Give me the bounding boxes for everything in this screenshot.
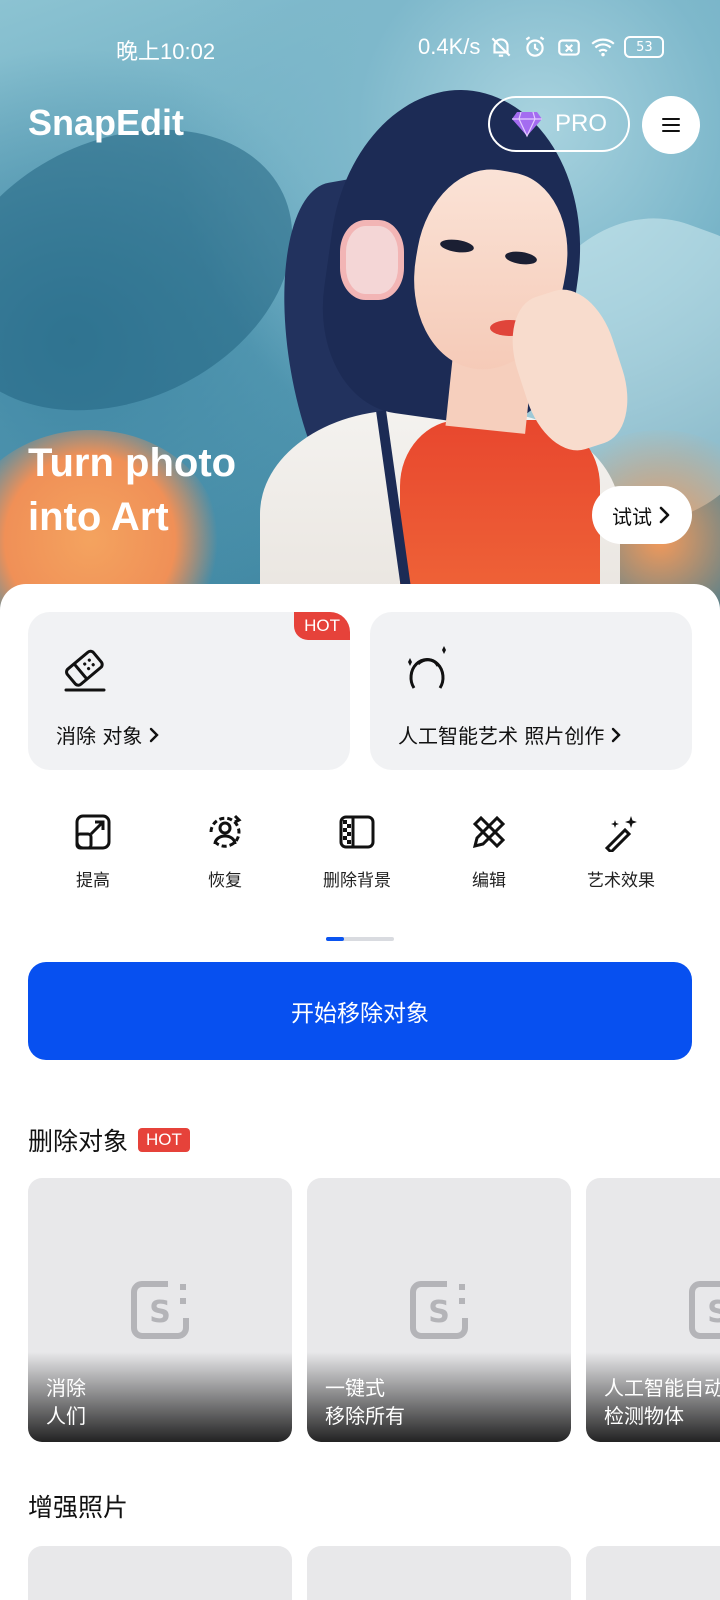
enhance-tile[interactable]: [28, 1546, 292, 1600]
remove-bg-icon: [339, 815, 375, 849]
battery-indicator: 53: [624, 36, 665, 58]
svg-text:S: S: [428, 1295, 450, 1330]
hero-title-line2: into Art: [28, 495, 169, 539]
tool-label: 编辑: [472, 871, 506, 891]
edit-tools-icon: [472, 815, 506, 849]
tile-label-line1: 消除: [46, 1376, 86, 1400]
tile-label-line2: 检测物体: [604, 1404, 684, 1428]
no-sim-icon: [558, 39, 581, 56]
section-title-enhance: 增强照片: [28, 1488, 128, 1524]
wifi-icon: [591, 38, 615, 57]
tile-label-line2: 人们: [46, 1404, 86, 1428]
tool-upscale[interactable]: 提高: [38, 812, 148, 891]
menu-button[interactable]: [642, 96, 700, 154]
hero-banner[interactable]: Turn photo into Art 试试: [0, 0, 720, 620]
ai-face-icon: [408, 646, 446, 689]
feature-card-text: 消除 对象: [56, 724, 143, 748]
tile-auto-detect[interactable]: S 人工智能自动 检测物体: [586, 1178, 720, 1442]
tile-label-line2: 移除所有: [325, 1404, 405, 1428]
snapedit-logo-icon: S: [131, 1281, 189, 1339]
feature-card-label: 人工智能艺术 照片创作: [398, 720, 622, 749]
tile-remove-people[interactable]: S 消除 人们: [28, 1178, 292, 1442]
section-title-remove: 删除对象 HOT: [28, 1122, 190, 1158]
eraser-icon: [64, 649, 106, 692]
feature-card-text: 人工智能艺术 照片创作: [398, 724, 605, 748]
svg-text:S: S: [149, 1295, 171, 1330]
alarm-icon: [526, 36, 545, 57]
page-indicator: [326, 937, 394, 941]
diamond-icon: [511, 111, 542, 138]
tile-label-line1: 一键式: [325, 1376, 385, 1400]
network-speed: 0.4K/s: [418, 34, 481, 59]
section-title-text: 删除对象: [28, 1127, 129, 1156]
tool-edit[interactable]: 编辑: [434, 812, 544, 891]
svg-text:S: S: [707, 1295, 720, 1330]
hamburger-icon: [662, 118, 680, 132]
status-time: 晚上10:02: [116, 39, 216, 64]
snapedit-logo-icon: S: [410, 1281, 468, 1339]
tile-label: 一键式 移除所有: [325, 1374, 405, 1430]
tool-label: 艺术效果: [587, 871, 655, 891]
chevron-right-icon: [150, 727, 160, 742]
hero-title: Turn photo into Art: [28, 436, 328, 544]
tool-label: 删除背景: [323, 871, 391, 891]
tool-restore[interactable]: 恢复: [170, 812, 280, 891]
pro-label: PRO: [554, 110, 607, 137]
tile-label-line1: 人工智能自动: [604, 1376, 720, 1400]
tile-remove-all[interactable]: S 一键式 移除所有: [307, 1178, 571, 1442]
tool-label: 提高: [76, 871, 110, 891]
hero-title-line1: Turn photo: [28, 441, 237, 485]
status-bar: 晚上10:02 0.4K/s 53: [0, 26, 720, 70]
hot-badge: HOT: [294, 612, 350, 640]
pro-button[interactable]: PRO: [488, 96, 630, 152]
chevron-right-icon: [659, 506, 670, 524]
start-remove-object-button[interactable]: 开始移除对象: [28, 962, 692, 1060]
restore-face-icon: [209, 814, 242, 848]
page-indicator-active: [326, 937, 344, 941]
tool-label: 恢复: [208, 871, 242, 891]
tile-label: 消除 人们: [46, 1374, 86, 1430]
try-button[interactable]: 试试: [592, 486, 692, 544]
tool-art-effect[interactable]: 艺术效果: [566, 812, 676, 891]
feature-card-ai-art[interactable]: 人工智能艺术 照片创作: [370, 612, 692, 770]
tool-row: 提高 恢复 删除背景 编辑 艺术效果: [0, 812, 720, 912]
try-button-label: 试试: [612, 504, 652, 529]
feature-card-remove-object[interactable]: HOT 消除 对象: [28, 612, 350, 770]
chevron-right-icon: [612, 727, 622, 742]
app-title: SnapEdit: [28, 102, 185, 143]
mute-bell-icon: [491, 37, 511, 57]
main-content: HOT 消除 对象 人工智能艺术 照片创作 提高 恢复 删除背景 编辑 艺术效果…: [0, 584, 720, 1600]
snapedit-logo-icon: S: [689, 1281, 720, 1339]
tile-label: 人工智能自动 检测物体: [604, 1374, 720, 1430]
enhance-tile[interactable]: [586, 1546, 720, 1600]
enhance-tile[interactable]: [307, 1546, 571, 1600]
hot-badge: HOT: [138, 1128, 190, 1152]
section-title-text: 增强照片: [28, 1493, 129, 1522]
feature-card-label: 消除 对象: [56, 720, 160, 749]
upscale-icon: [75, 814, 111, 850]
magic-wand-icon: [604, 816, 637, 852]
tool-remove-bg[interactable]: 删除背景: [302, 812, 412, 891]
